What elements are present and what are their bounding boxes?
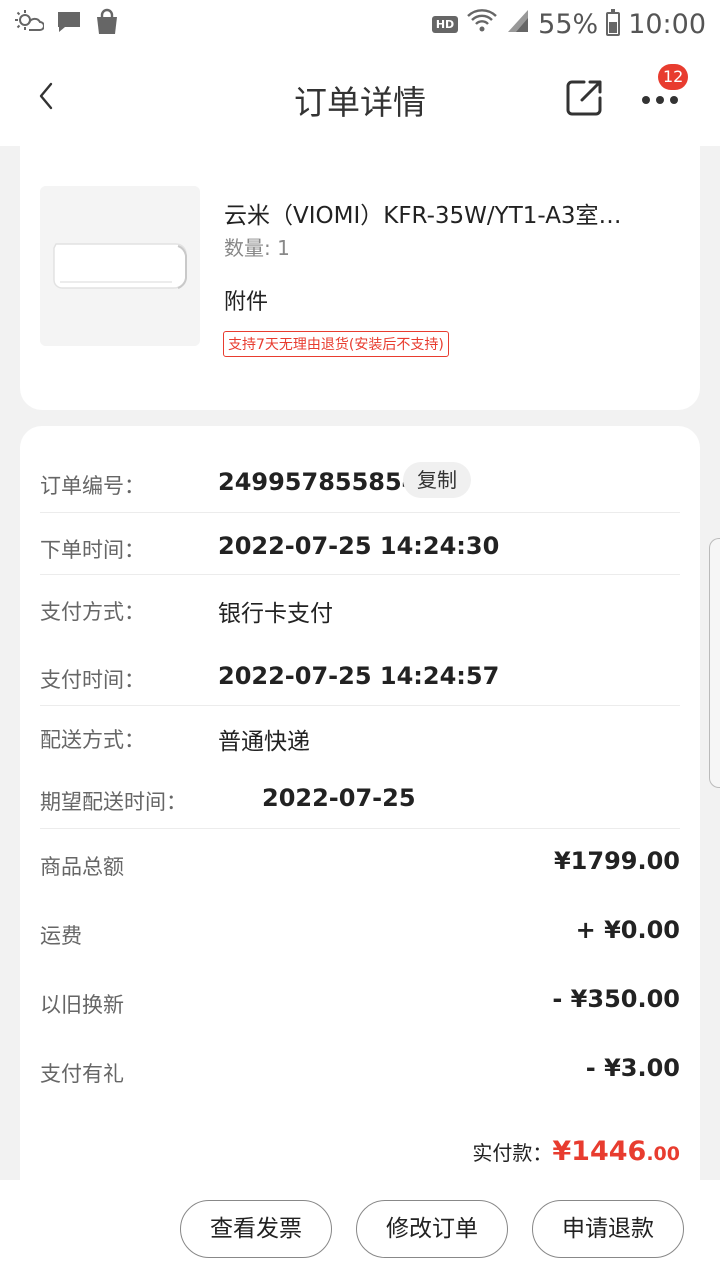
nav-bar: 订单详情 12	[0, 48, 720, 146]
copy-button[interactable]: 复制	[403, 462, 471, 498]
goods-total-label: 商品总额	[40, 855, 124, 879]
placed-time-label: 下单时间：	[40, 538, 145, 562]
placed-time-value: 2022-07-25 14:24:30	[218, 532, 500, 560]
modify-order-button[interactable]: 修改订单	[356, 1200, 508, 1258]
wifi-icon	[466, 8, 498, 41]
pay-method-value: 银行卡支付	[218, 601, 333, 627]
goods-total-value: ¥1799.00	[553, 847, 680, 875]
shipping-label: 运费	[40, 924, 82, 948]
battery-level: 55%	[538, 8, 599, 40]
clock: 10:00	[628, 8, 706, 40]
divider	[40, 828, 680, 829]
delivery-value: 普通快递	[218, 729, 310, 755]
amount-paid-integer: ¥1446	[552, 1136, 647, 1167]
request-refund-button[interactable]: 申请退款	[532, 1200, 684, 1258]
pay-method-label: 支付方式：	[40, 600, 145, 624]
battery-icon	[606, 9, 621, 36]
pay-time-label: 支付时间：	[40, 668, 145, 692]
trade-in-value: - ¥350.00	[552, 985, 680, 1013]
payment-gift-value: - ¥3.00	[585, 1054, 680, 1082]
return-policy-tag: 支持7天无理由退货(安装后不支持)	[223, 331, 449, 357]
divider	[40, 512, 680, 513]
view-invoice-button[interactable]: 查看发票	[180, 1200, 332, 1258]
product-card[interactable]: 云米（VIOMI）KFR-35W/YT1-A3室… 数量: 1 附件 支持7天无…	[20, 146, 700, 410]
weather-icon	[14, 8, 45, 40]
expected-date-label: 期望配送时间：	[40, 790, 187, 814]
order-number-value: 249957855854	[218, 468, 419, 496]
pay-time-value: 2022-07-25 14:24:57	[218, 662, 500, 690]
trade-in-label: 以旧换新	[40, 993, 124, 1017]
order-detail-card: 订单编号： 249957855854 复制 下单时间： 2022-07-25 1…	[20, 426, 700, 1186]
page-title: 订单详情	[294, 83, 426, 122]
expected-date-value: 2022-07-25	[262, 784, 416, 812]
product-name[interactable]: 云米（VIOMI）KFR-35W/YT1-A3室…	[224, 196, 680, 230]
shipping-value: + ¥0.00	[575, 916, 680, 944]
delivery-label: 配送方式：	[40, 728, 145, 752]
message-icon	[56, 9, 82, 39]
air-conditioner-image	[40, 186, 200, 346]
share-button[interactable]	[562, 74, 608, 120]
notification-icons	[14, 8, 120, 40]
notification-badge: 12	[658, 64, 689, 90]
amount-paid-label: 实付款：	[472, 1141, 553, 1165]
divider	[40, 574, 680, 575]
shopping-bag-icon	[94, 8, 120, 40]
share-icon	[566, 80, 602, 116]
product-thumbnail[interactable]	[40, 186, 200, 346]
system-status: HD 55% 10:00	[431, 8, 706, 41]
bottom-action-bar: 查看发票 修改订单 申请退款	[0, 1180, 720, 1280]
payment-gift-label: 支付有礼	[40, 1062, 124, 1086]
product-quantity: 数量: 1	[224, 236, 290, 260]
product-accessory: 附件	[224, 290, 269, 315]
amount-paid-decimal: .00	[646, 1143, 680, 1165]
battery-fill	[609, 22, 618, 33]
hd-icon: HD	[431, 15, 459, 33]
scroll-handle[interactable]	[709, 538, 720, 788]
order-number-label: 订单编号：	[40, 474, 145, 498]
amount-paid: 实付款： ¥1446 .00	[472, 1136, 680, 1167]
signal-icon	[506, 8, 530, 41]
divider	[40, 705, 680, 706]
status-bar: HD 55% 10:00	[0, 0, 720, 48]
